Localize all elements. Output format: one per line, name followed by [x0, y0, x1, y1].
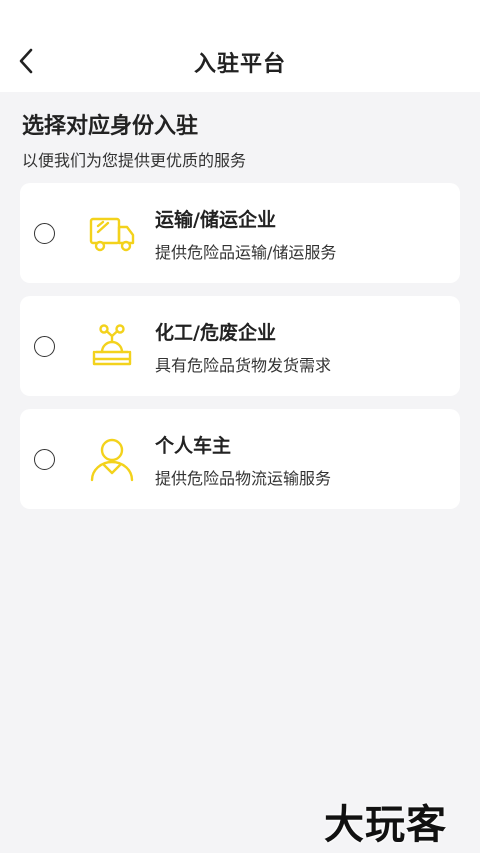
page-title: 入驻平台 — [193, 52, 286, 77]
option-card-individual[interactable]: 个人车主 提供危险品物流运输服务 — [20, 409, 460, 509]
section-title: 选择对应身份入驻 — [22, 114, 199, 139]
radio-button[interactable] — [34, 336, 55, 357]
option-title: 个人车主 — [155, 435, 232, 457]
option-card-transport[interactable]: 运输/储运企业 提供危险品运输/储运服务 — [20, 183, 460, 283]
option-title: 运输/储运企业 — [155, 209, 276, 231]
person-icon — [90, 438, 134, 482]
radio-button[interactable] — [34, 223, 55, 244]
section-subtitle: 以便我们为您提供更优质的服务 — [22, 151, 247, 170]
option-title: 化工/危废企业 — [155, 322, 276, 344]
watermark-logo: 大玩客 — [324, 802, 447, 848]
chemical-icon — [92, 324, 132, 366]
truck-icon — [89, 217, 135, 252]
option-description: 具有危险品货物发货需求 — [155, 356, 332, 375]
radio-button[interactable] — [34, 449, 55, 470]
top-bar: 入驻平台 — [0, 0, 480, 92]
option-card-chemical[interactable]: 化工/危废企业 具有危险品货物发货需求 — [20, 296, 460, 396]
option-description: 提供危险品物流运输服务 — [155, 469, 332, 488]
option-description: 提供危险品运输/储运服务 — [155, 243, 337, 262]
